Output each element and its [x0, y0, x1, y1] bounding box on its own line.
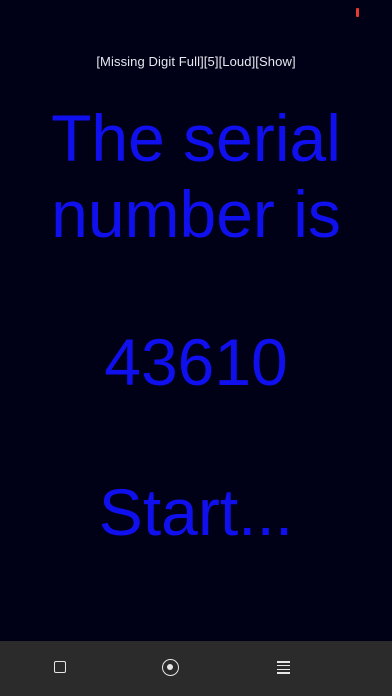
recents-button[interactable] — [31, 641, 91, 696]
battery-icon — [356, 8, 359, 17]
start-button[interactable]: Start... — [0, 474, 392, 550]
menu-button[interactable] — [253, 641, 313, 696]
navigation-bar — [0, 641, 392, 696]
app-screen: [Missing Digit Full][5][Loud][Show] The … — [0, 0, 392, 696]
menu-icon — [277, 661, 290, 674]
serial-number: 43610 — [104, 325, 288, 399]
home-icon — [162, 659, 179, 676]
serial-intro-line-1: The serial — [51, 101, 341, 175]
status-bar — [0, 0, 392, 26]
recents-icon — [54, 661, 66, 673]
serial-intro-line-2: number is — [51, 177, 341, 251]
mode-settings-label: [Missing Digit Full][5][Loud][Show] — [96, 54, 296, 69]
home-button[interactable] — [141, 641, 201, 696]
